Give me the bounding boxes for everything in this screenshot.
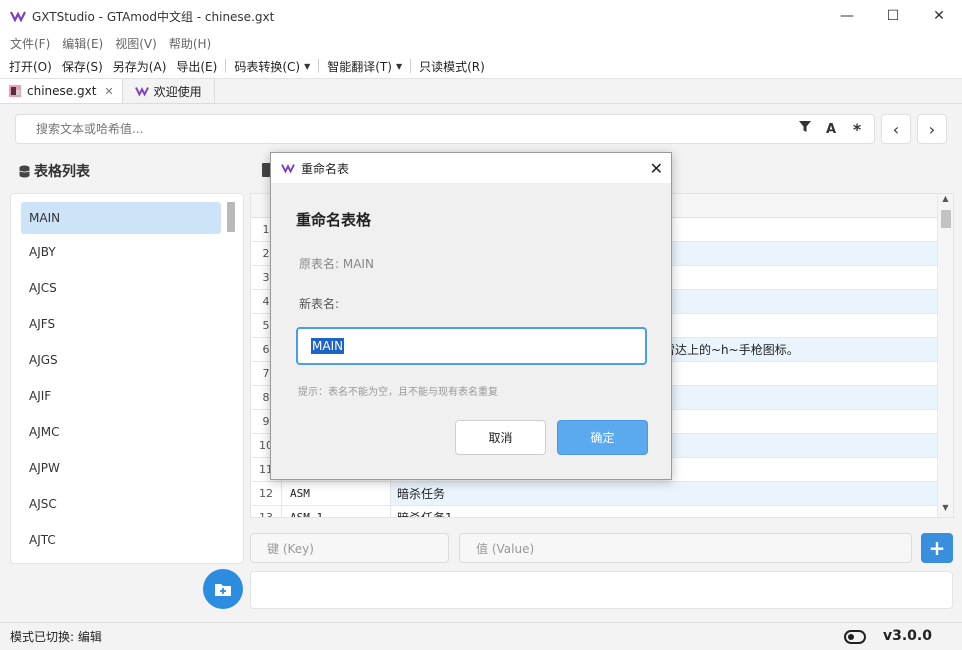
sidebar-title-text: 表格列表 [34, 164, 90, 180]
save-as-button[interactable]: 另存为(A) [108, 58, 172, 75]
save-button[interactable]: 保存(S) [57, 58, 108, 75]
close-dialog-icon[interactable]: ✕ [650, 159, 663, 178]
file-image-icon [8, 84, 22, 98]
dialog-hint: 提示：表名不能为空，且不能与现有表名重复 [298, 387, 498, 398]
original-name-label: 原表名: MAIN [299, 257, 374, 271]
next-result-button[interactable]: › [917, 114, 947, 144]
open-button[interactable]: 打开(O) [4, 58, 57, 75]
window-titlebar: GXTStudio - GTAmod中文组 - chinese.gxt — ☐ … [0, 0, 962, 32]
toolbar-divider [410, 59, 412, 73]
table-scrollbar[interactable]: ▲ ▼ [937, 194, 953, 517]
scroll-down-icon[interactable]: ▼ [938, 503, 953, 517]
add-entry-button[interactable]: + [921, 533, 953, 563]
menu-help[interactable]: 帮助(H) [163, 35, 217, 52]
toolbar-divider [318, 59, 320, 73]
close-tab-icon[interactable]: ✕ [104, 85, 113, 98]
menu-edit[interactable]: 编辑(E) [56, 35, 109, 52]
sidebar-item-main[interactable]: MAIN [21, 202, 221, 234]
selected-text: MAIN [311, 338, 345, 354]
menubar: 文件(F) 编辑(E) 视图(V) 帮助(H) [0, 32, 962, 54]
close-window-button[interactable]: ✕ [916, 0, 962, 32]
sidebar-item-ajcs[interactable]: AJCS [11, 270, 243, 306]
toggle-icon[interactable] [844, 630, 866, 644]
toolbar: 打开(O) 保存(S) 另存为(A) 导出(E) 码表转换(C) ▼ 智能翻译(T… [0, 54, 962, 79]
dropdown-arrow-icon[interactable]: ▼ [396, 62, 402, 71]
dialog-title: 重命名表 [301, 161, 350, 176]
row-number: 12 [259, 487, 273, 500]
filter-icon[interactable] [792, 121, 818, 137]
sidebar-item-ajfs[interactable]: AJFS [11, 306, 243, 342]
row-number: 13 [259, 511, 273, 518]
value-input[interactable]: 值 (Value) [459, 533, 912, 563]
scroll-thumb[interactable] [941, 210, 951, 228]
row-key: ASM_1 [281, 506, 391, 517]
dialog-titlebar: 重命名表 ✕ [271, 153, 671, 183]
row-value: 暗杀任务 [391, 482, 953, 505]
tab-label: 欢迎使用 [153, 84, 202, 99]
scroll-up-icon[interactable]: ▲ [938, 194, 953, 208]
new-name-label: 新表名: [299, 297, 340, 311]
detail-panel [250, 571, 953, 609]
app-logo-icon [10, 8, 26, 24]
table-row[interactable]: 12 ASM 暗杀任务 [251, 482, 953, 506]
status-text: 模式已切换: 编辑 [10, 630, 102, 644]
database-icon [19, 165, 30, 178]
tab-chinese-gxt[interactable]: chinese.gxt ✕ [0, 79, 123, 103]
codemap-label: 码表转换(C) [234, 59, 301, 74]
row-key: ASM [281, 482, 391, 505]
app-logo-icon [281, 162, 295, 174]
sidebar-scrollbar[interactable] [227, 202, 235, 232]
folder-plus-icon [215, 583, 231, 596]
sidebar-item-ajgs[interactable]: AJGS [11, 342, 243, 378]
sidebar-item-ajmc[interactable]: AJMC [11, 414, 243, 450]
menu-view[interactable]: 视图(V) [109, 35, 163, 52]
sidebar-item-ajsc[interactable]: AJSC [11, 486, 243, 522]
table-list: MAIN AJBY AJCS AJFS AJGS AJIF AJMC AJPW … [10, 193, 244, 564]
readonly-button[interactable]: 只读模式(R) [414, 58, 490, 75]
maximize-button[interactable]: ☐ [870, 0, 916, 32]
sidebar-item-ajpw[interactable]: AJPW [11, 450, 243, 486]
confirm-button[interactable]: 确定 [557, 420, 648, 455]
window-title: GXTStudio - GTAmod中文组 - chinese.gxt [32, 9, 275, 24]
tab-bar: chinese.gxt ✕ 欢迎使用 [0, 79, 962, 104]
dialog-heading: 重命名表格 [296, 211, 372, 229]
table-row[interactable]: 13 ASM_1 暗杀任务1 [251, 506, 953, 518]
key-input[interactable]: 键 (Key) [250, 533, 449, 563]
status-bar: 模式已切换: 编辑 v3.0.0 [0, 622, 962, 650]
translate-button[interactable]: 智能翻译(T) ▼ [322, 58, 407, 75]
cancel-button[interactable]: 取消 [455, 420, 546, 455]
sidebar-item-ajtc[interactable]: AJTC [11, 522, 243, 558]
previous-result-button[interactable]: ‹ [881, 114, 911, 144]
search-input[interactable] [36, 122, 792, 136]
export-button[interactable]: 导出(E) [171, 58, 222, 75]
match-case-icon[interactable]: A [818, 122, 844, 137]
toolbar-divider [225, 59, 227, 73]
search-bar: A * [15, 114, 875, 144]
rename-table-dialog: 重命名表 ✕ 重命名表格 原表名: MAIN 新表名: MAIN 提示：表名不能… [270, 152, 672, 480]
regex-icon[interactable]: * [844, 120, 870, 139]
codemap-button[interactable]: 码表转换(C) ▼ [229, 58, 315, 75]
new-table-name-input[interactable]: MAIN [296, 327, 647, 365]
menu-file[interactable]: 文件(F) [4, 35, 56, 52]
minimize-button[interactable]: — [824, 0, 870, 32]
dropdown-arrow-icon[interactable]: ▼ [304, 62, 310, 71]
sidebar-title: 表格列表 [19, 161, 90, 181]
translate-label: 智能翻译(T) [327, 59, 392, 74]
sidebar-item-ajby[interactable]: AJBY [11, 234, 243, 270]
version-label: v3.0.0 [883, 628, 932, 644]
tab-label: chinese.gxt [27, 84, 97, 98]
app-logo-icon [134, 85, 149, 97]
sidebar-item-ajif[interactable]: AJIF [11, 378, 243, 414]
row-value: 暗杀任务1 [397, 511, 453, 518]
add-table-button[interactable] [203, 569, 243, 609]
tab-welcome[interactable]: 欢迎使用 [123, 79, 215, 103]
